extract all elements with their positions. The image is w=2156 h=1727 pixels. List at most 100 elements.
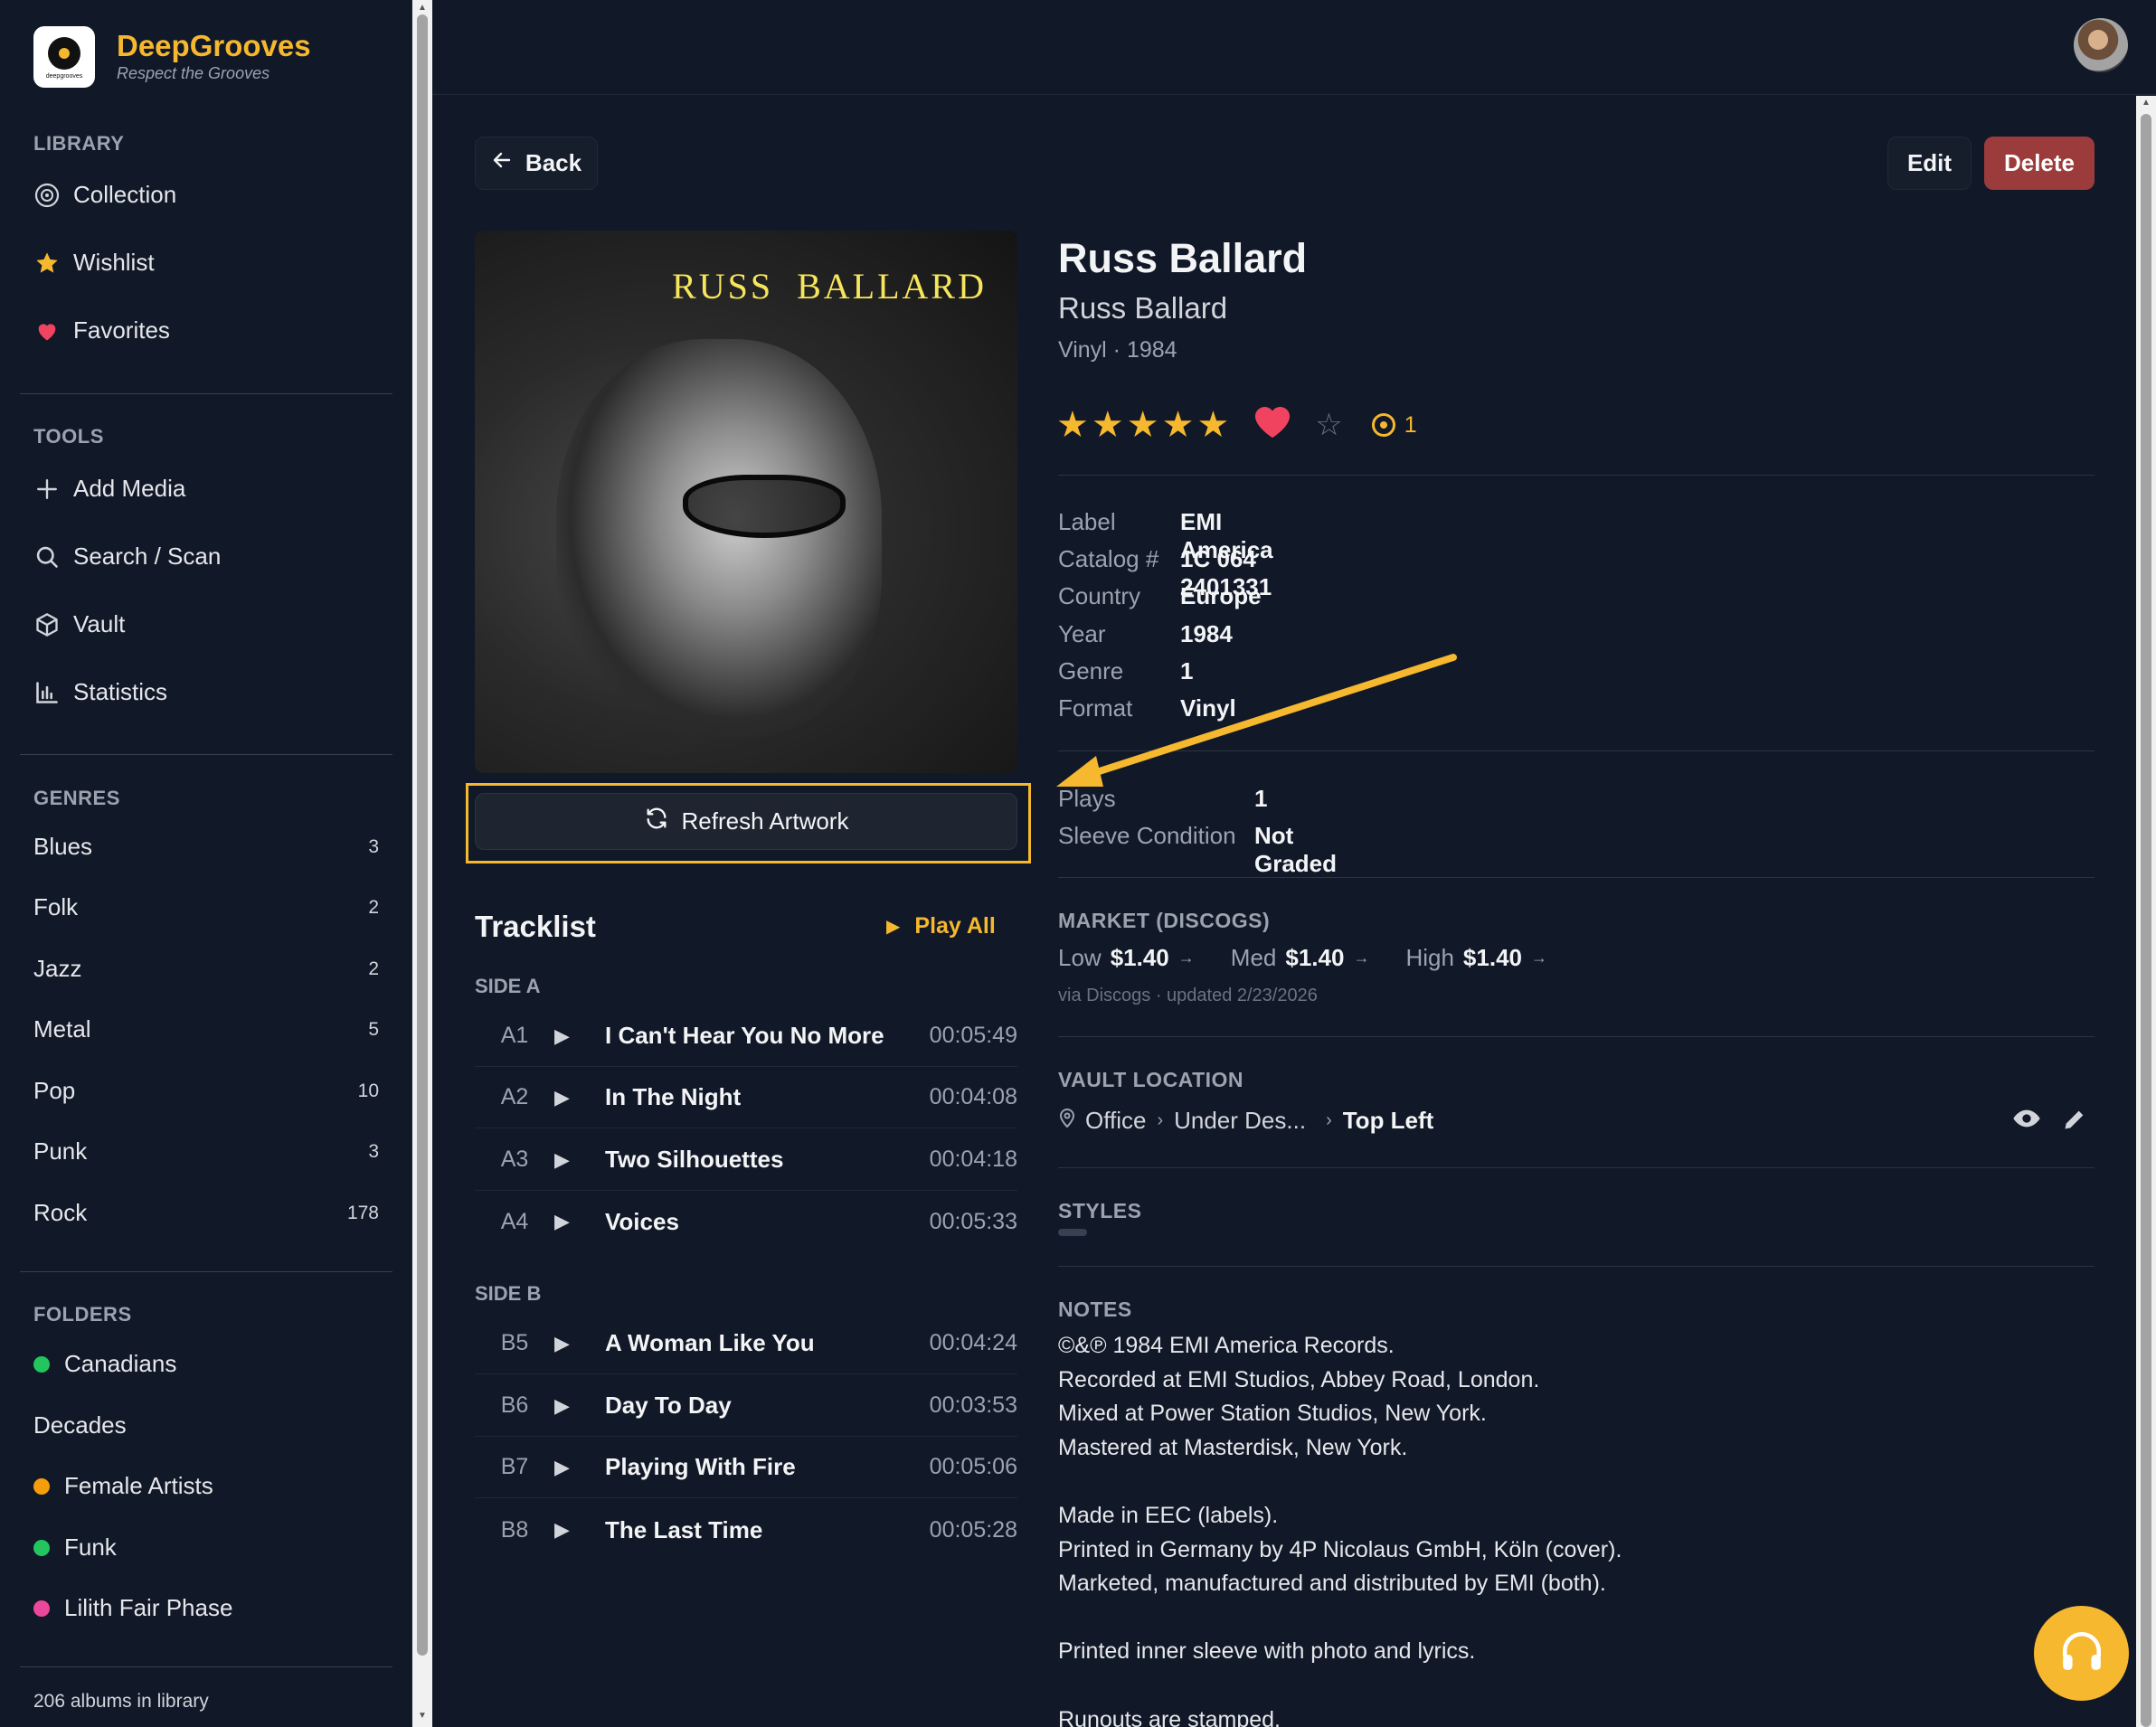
- styles-section-title: STYLES: [1058, 1199, 1142, 1222]
- rating-star-icon[interactable]: ★: [1127, 404, 1159, 446]
- sidebar-item-search-scan[interactable]: Search / Scan: [33, 543, 221, 571]
- wishlist-star-icon[interactable]: ☆: [1315, 407, 1342, 443]
- sidebar-scroll-down-arrow[interactable]: ▼: [417, 1712, 428, 1721]
- sidebar-item-statistics[interactable]: Statistics: [33, 678, 167, 706]
- market-med-link[interactable]: Med $1.40 →: [1231, 944, 1370, 972]
- sidebar-scroll-up-arrow[interactable]: ▲: [417, 4, 428, 13]
- main-scrollbar-thumb[interactable]: [2141, 114, 2151, 1727]
- arrow-right-icon: →: [1353, 948, 1370, 967]
- track-row[interactable]: A3 ▶ Two Silhouettes 00:04:18: [475, 1129, 1017, 1191]
- folder-item-lilith-fair-phase[interactable]: Lilith Fair Phase: [33, 1594, 232, 1622]
- tracklist-title: Tracklist: [475, 910, 596, 943]
- box-icon: [33, 611, 61, 638]
- user-avatar[interactable]: [2074, 18, 2128, 72]
- rating-star-icon[interactable]: ★: [1056, 404, 1089, 446]
- map-pin-icon: [1058, 1107, 1076, 1135]
- stat-value: Not Graded: [1254, 822, 1338, 877]
- pencil-icon[interactable]: [2062, 1107, 2087, 1137]
- section-divider: [1058, 475, 2095, 476]
- track-title: Voices: [605, 1207, 679, 1235]
- track-row[interactable]: A2 ▶ In The Night 00:04:08: [475, 1067, 1017, 1128]
- genre-item-pop[interactable]: Pop 10: [33, 1077, 379, 1105]
- play-all-button[interactable]: ▶ Play All: [886, 913, 996, 939]
- edit-button[interactable]: Edit: [1887, 137, 1972, 190]
- track-row[interactable]: B5 ▶ A Woman Like You 00:04:24: [475, 1313, 1017, 1374]
- track-row[interactable]: A1 ▶ I Can't Hear You No More 00:05:49: [475, 1005, 1017, 1067]
- headphones-fab-button[interactable]: [2034, 1606, 2129, 1701]
- genre-item-folk[interactable]: Folk 2: [33, 893, 379, 921]
- folder-item-female-artists[interactable]: Female Artists: [33, 1472, 213, 1500]
- play-track-icon[interactable]: ▶: [554, 1086, 583, 1109]
- vault-section-title: VAULT LOCATION: [1058, 1068, 1244, 1091]
- genre-item-jazz[interactable]: Jazz 2: [33, 955, 379, 983]
- market-high-value: $1.40: [1462, 944, 1522, 971]
- market-low-link[interactable]: Low $1.40 →: [1058, 944, 1195, 972]
- genre-item-metal[interactable]: Metal 5: [33, 1015, 379, 1043]
- track-position: A2: [500, 1084, 529, 1109]
- main-scroll-up-arrow[interactable]: ▲: [2141, 98, 2151, 108]
- notes-text: ©&℗ 1984 EMI America Records. Recorded a…: [1058, 1329, 1622, 1727]
- track-row[interactable]: B6 ▶ Day To Day 00:03:53: [475, 1375, 1017, 1437]
- arrow-right-icon: →: [1177, 948, 1195, 967]
- genre-item-punk[interactable]: Punk 3: [33, 1137, 379, 1165]
- genre-count: 178: [346, 1202, 379, 1223]
- detail-key: Catalog #: [1058, 545, 1159, 572]
- folder-item-canadians[interactable]: Canadians: [33, 1350, 176, 1378]
- sidebar-item-collection[interactable]: Collection: [33, 181, 176, 209]
- play-track-icon[interactable]: ▶: [554, 1148, 583, 1172]
- play-track-icon[interactable]: ▶: [554, 1456, 583, 1479]
- play-track-icon[interactable]: ▶: [554, 1332, 583, 1355]
- chevron-right-icon: ›: [1326, 1110, 1332, 1130]
- track-row[interactable]: B7 ▶ Playing With Fire 00:05:06: [475, 1437, 1017, 1498]
- genre-item-blues[interactable]: Blues 3: [33, 833, 379, 861]
- sidebar-item-add-media[interactable]: Add Media: [33, 475, 185, 503]
- brand[interactable]: deepgrooves DeepGrooves Respect the Groo…: [33, 26, 311, 88]
- play-track-icon[interactable]: ▶: [554, 1024, 583, 1048]
- sidebar-divider: [20, 754, 392, 755]
- rating-star-icon[interactable]: ★: [1162, 404, 1195, 446]
- back-button[interactable]: Back: [475, 137, 598, 190]
- side-b-label: SIDE B: [475, 1282, 542, 1305]
- sidebar-item-vault[interactable]: Vault: [33, 610, 125, 638]
- refresh-artwork-button[interactable]: Refresh Artwork: [475, 793, 1017, 850]
- market-high-link[interactable]: High $1.40 →: [1405, 944, 1547, 972]
- track-row[interactable]: A4 ▶ Voices 00:05:33: [475, 1191, 1017, 1252]
- rating-star-icon[interactable]: ★: [1092, 404, 1124, 446]
- vinyl-icon: [33, 182, 61, 209]
- sidebar-divider: [20, 393, 392, 394]
- sidebar-scrollbar-thumb[interactable]: [417, 14, 428, 1656]
- rating-star-icon[interactable]: ★: [1196, 404, 1229, 446]
- play-track-icon[interactable]: ▶: [554, 1518, 583, 1542]
- plays-badge: 1: [1371, 411, 1417, 439]
- sidebar-item-favorites[interactable]: Favorites: [33, 316, 170, 344]
- favorite-heart-icon[interactable]: [1252, 401, 1293, 448]
- track-duration: 00:05:28: [929, 1516, 1017, 1543]
- track-position: A3: [500, 1147, 529, 1172]
- folder-name: Funk: [64, 1534, 117, 1561]
- headphones-icon: [2059, 1630, 2104, 1676]
- detail-key: Format: [1058, 694, 1133, 722]
- sidebar-item-label: Vault: [73, 610, 126, 637]
- search-icon: [33, 543, 61, 571]
- detail-catalog-row: Catalog #1C 064 2401331: [1058, 545, 1272, 600]
- vault-path-segment[interactable]: Office: [1085, 1107, 1146, 1135]
- vault-path-segment[interactable]: Under Des...: [1174, 1107, 1306, 1135]
- eye-icon[interactable]: [2012, 1107, 2041, 1135]
- notes-line: Mastered at Masterdisk, New York.: [1058, 1434, 1408, 1460]
- detail-key: Genre: [1058, 657, 1124, 684]
- folder-item-funk[interactable]: Funk: [33, 1534, 117, 1562]
- play-track-icon[interactable]: ▶: [554, 1210, 583, 1233]
- sidebar-item-wishlist[interactable]: Wishlist: [33, 249, 155, 277]
- genre-name: Rock: [33, 1199, 88, 1226]
- plays-badge-count: 1: [1404, 411, 1417, 438]
- delete-button[interactable]: Delete: [1984, 137, 2095, 190]
- track-duration: 00:04:24: [929, 1330, 1017, 1355]
- market-low-label: Low: [1058, 944, 1102, 971]
- folder-item-decades[interactable]: Decades: [33, 1411, 127, 1439]
- genres-section-title: GENRES: [33, 787, 120, 809]
- genre-item-rock[interactable]: Rock 178: [33, 1199, 379, 1227]
- heart-icon: [33, 317, 61, 344]
- track-row[interactable]: B8 ▶ The Last Time 00:05:28: [475, 1499, 1017, 1561]
- vault-path-segment[interactable]: Top Left: [1343, 1107, 1434, 1135]
- play-track-icon[interactable]: ▶: [554, 1394, 583, 1418]
